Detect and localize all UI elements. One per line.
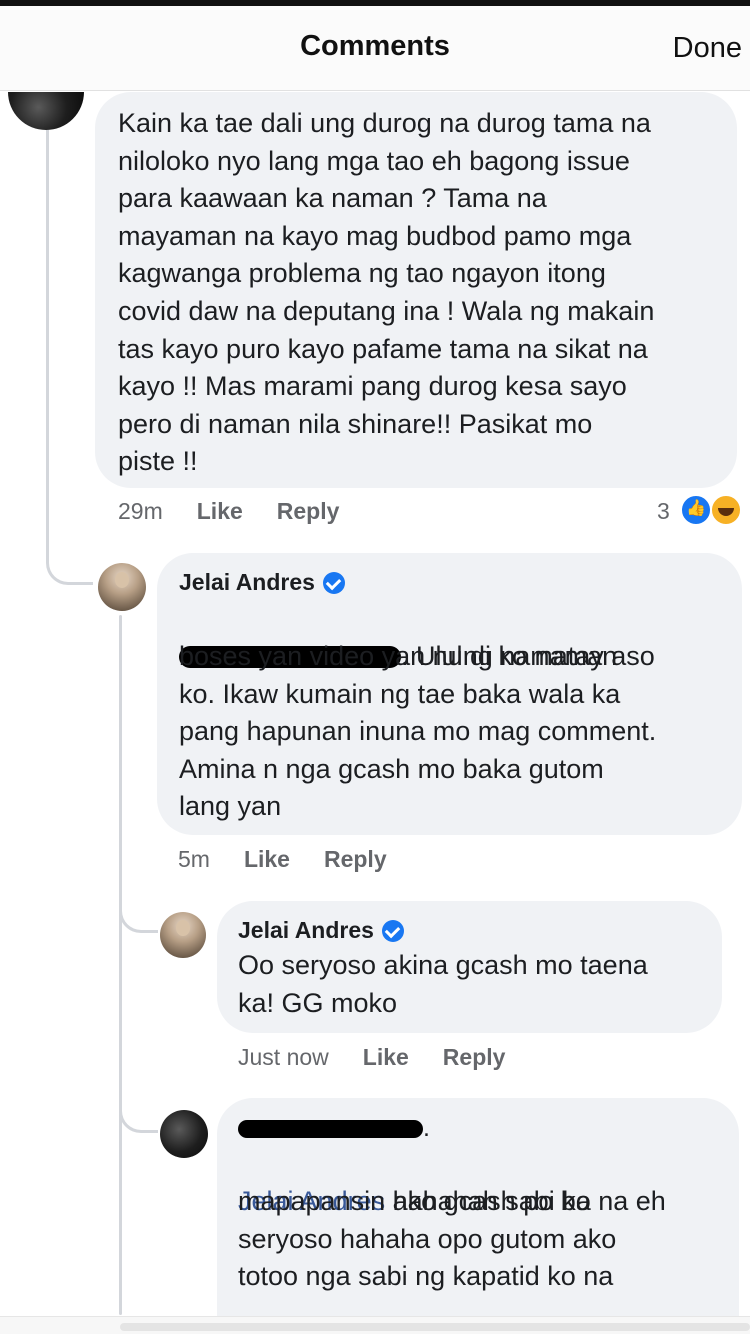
avatar[interactable]	[8, 92, 84, 130]
done-button[interactable]: Done	[673, 32, 742, 65]
thread-connector	[46, 520, 93, 585]
author-name-suffix: .	[423, 1114, 430, 1142]
thread-line	[119, 615, 122, 1315]
verified-badge-icon	[322, 571, 345, 594]
comment-actions: 29m Like Reply	[118, 498, 339, 525]
thread-line	[46, 125, 49, 555]
comment-bubble: Kain ka tae dali ung durog na durog tama…	[95, 92, 737, 488]
like-icon	[680, 494, 712, 526]
haha-icon	[710, 494, 742, 526]
reply-button[interactable]: Reply	[277, 498, 340, 525]
comment-time: 29m	[118, 498, 163, 524]
comment-bubble: . Jelai Andres hahahah sabi ko na eh map…	[217, 1098, 739, 1328]
like-button[interactable]: Like	[197, 498, 243, 525]
comment-actions: 5m Like Reply	[178, 846, 387, 873]
comment-text: Kain ka tae dali ung durog na durog tama…	[118, 108, 655, 477]
reaction-count[interactable]: 3	[657, 498, 670, 525]
comment-text: boses yan video yan nung namatay aso ko.…	[179, 641, 657, 822]
redacted-author-name	[238, 1119, 423, 1138]
comment-time: Just now	[238, 1044, 329, 1070]
comment-text: Oo seryoso akina gcash mo taena ka! GG m…	[238, 950, 648, 1018]
comment-bubble: Jelai Andres Oo seryoso akina gcash mo t…	[217, 901, 722, 1033]
avatar[interactable]	[98, 563, 146, 611]
avatar[interactable]	[160, 1110, 208, 1158]
thread-connector	[119, 880, 158, 933]
thread-connector	[119, 1080, 158, 1133]
reply-button[interactable]: Reply	[443, 1044, 506, 1071]
comment-actions: Just now Like Reply	[238, 1044, 505, 1071]
bottom-bar	[0, 1316, 750, 1334]
like-button[interactable]: Like	[244, 846, 290, 873]
comment-author[interactable]: Jelai Andres	[238, 917, 404, 944]
reply-button[interactable]: Reply	[324, 846, 387, 873]
author-name[interactable]: Jelai Andres	[238, 917, 374, 944]
like-button[interactable]: Like	[363, 1044, 409, 1071]
comment-author[interactable]: Jelai Andres	[179, 569, 345, 596]
comment-text: mapapansin ako gcash po ba seryoso hahah…	[238, 1186, 617, 1292]
comment-author[interactable]: .	[238, 1114, 430, 1143]
page-title: Comments	[300, 30, 450, 62]
comment-time: 5m	[178, 846, 210, 872]
author-name[interactable]: Jelai Andres	[179, 569, 315, 596]
comments-header: Comments Done	[0, 6, 750, 91]
comment-input-placeholder[interactable]	[120, 1323, 750, 1331]
avatar[interactable]	[160, 912, 206, 958]
verified-badge-icon	[381, 919, 404, 942]
comment-bubble: Jelai Andres . Ulul di ko naman boses ya…	[157, 553, 742, 835]
